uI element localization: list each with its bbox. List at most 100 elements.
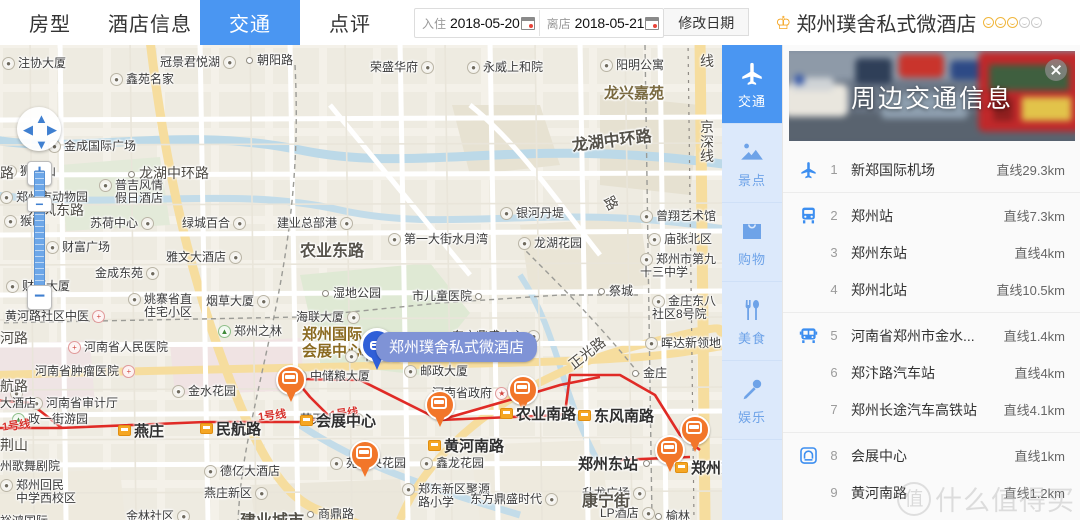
tab-transport[interactable]: 交通 [200,0,300,45]
map-pan-control[interactable]: ▲ ▼ ◀ ▶ [17,107,61,151]
transport-list: 1 新郑国际机场 直线29.3km 2 郑州站 直线7.3km 3 郑州东站 直… [783,147,1080,515]
rail-item-transport[interactable]: 交通 [722,45,790,124]
row-name: 河南省郑州市金水... [851,327,975,344]
row-index: 9 [830,485,838,500]
row-name: 郑汴路汽车站 [851,364,935,381]
map-canvas[interactable]: ● 注协大厦 ● 鑫苑名家 冠景君悦湖 ● 朝阳路 荣盛华府 ● ● 永威上和院 ● 阳… [0,45,722,520]
zoom-out-button[interactable]: − [27,285,52,310]
hotel-name: 郑州璞舍私式微酒店 [796,14,977,36]
list-item[interactable]: 7 郑州长途汽车高铁站 直线4.1km [783,391,1080,428]
metro-line-label: 1号线 [329,406,359,422]
crown-icon: ♔ [775,12,792,33]
row-name: 郑州北站 [851,281,907,298]
pan-up-icon[interactable]: ▲ [35,112,48,125]
mountain-icon [739,137,765,167]
row-distance: 直线29.3km [996,163,1065,178]
row-name: 会展中心 [851,447,907,464]
checkin-field[interactable]: 入住 2018-05-20 [415,10,539,36]
row-name: 黄河南路 [851,484,907,501]
list-item[interactable]: 1 新郑国际机场 直线29.3km [783,151,1080,188]
calendar-arrow-in-icon [520,16,535,30]
row-name: 郑州长途汽车高铁站 [851,401,977,418]
row-index: 1 [830,162,838,177]
rail-label: 交通 [737,94,766,109]
calendar-arrow-out-icon [645,16,660,30]
list-item[interactable]: 9 黄河南路 直线1.2km [783,474,1080,511]
row-distance: 直线1.4km [1003,329,1065,344]
pan-right-icon[interactable]: ▶ [47,123,57,136]
checkin-label: 入住 [422,16,447,31]
rail-item-food[interactable]: 美食 [722,282,782,361]
hotel-name-block: ♔ 郑州璞舍私式微酒店 [775,0,1043,45]
metro-icon [793,446,823,465]
checkout-field[interactable]: 离店 2018-05-21 [538,10,664,36]
nav-tabs: 房型 酒店信息 交通 点评 [0,0,400,45]
rail-label: 美食 [737,331,766,346]
rail-item-entertainment[interactable]: 娱乐 [722,361,782,440]
transport-page: 房型 酒店信息 交通 点评 入住 2018-05-20 离店 2018-05-2… [0,0,1080,520]
rail-label: 购物 [737,252,766,267]
panel-banner: 周边交通信息 [789,51,1075,141]
row-index: 8 [830,448,838,463]
modify-date-button[interactable]: 修改日期 [664,8,750,36]
list-item[interactable]: 5 河南省郑州市金水... 直线1.4km [783,317,1080,354]
page-header: 房型 酒店信息 交通 点评 入住 2018-05-20 离店 2018-05-2… [0,0,1080,46]
tab-reviews[interactable]: 点评 [300,0,400,45]
zoom-slider-track[interactable] [34,171,45,301]
airplane-icon [793,160,823,179]
metro-line-label: 1号线 [1,418,31,434]
hotel-rating [983,17,1043,28]
rating-dot-2 [995,17,1007,28]
transport-group-metro: 8 会展中心 直线1km 9 黄河南路 直线1.2km [783,433,1080,515]
rating-dot-3 [1007,17,1019,28]
date-range-box: 入住 2018-05-20 离店 2018-05-21 [414,8,665,38]
row-name: 郑州东站 [851,244,907,261]
row-distance: 直线4.1km [1003,403,1065,418]
row-index: 4 [830,282,838,297]
transport-group-train: 2 郑州站 直线7.3km 3 郑州东站 直线4km 4 郑州北站 直线10.5… [783,193,1080,313]
close-icon[interactable] [1045,59,1067,81]
banner-title: 周边交通信息 [850,85,1013,113]
row-index: 7 [830,402,838,417]
row-distance: 直线1km [1014,449,1065,464]
list-item[interactable]: 3 郑州东站 直线4km [783,234,1080,271]
airplane-icon [739,58,765,88]
row-index: 3 [830,245,838,260]
pan-down-icon[interactable]: ▼ [35,138,48,151]
list-item[interactable]: 8 会展中心 直线1km [783,437,1080,474]
transport-panel: 周边交通信息 1 新郑国际机场 直线29.3km 2 郑州站 直线7.3km 3… [782,45,1080,520]
row-index: 5 [830,328,838,343]
map-basemap [0,45,722,520]
bus-icon [793,326,823,345]
fork-spoon-icon [740,295,764,325]
checkin-value: 2018-05-20 [450,15,520,31]
row-distance: 直线10.5km [996,283,1065,298]
rating-dot-1 [983,17,995,28]
pan-left-icon[interactable]: ◀ [23,123,33,136]
rail-label: 娱乐 [737,410,766,425]
list-item[interactable]: 6 郑汴路汽车站 直线4km [783,354,1080,391]
checkout-value: 2018-05-21 [574,15,645,31]
transport-group-airport: 1 新郑国际机场 直线29.3km [783,147,1080,193]
row-distance: 直线1.2km [1003,486,1065,501]
row-index: 2 [830,208,838,223]
rail-item-attractions[interactable]: 景点 [722,124,782,203]
list-item[interactable]: 4 郑州北站 直线10.5km [783,271,1080,308]
list-item[interactable]: 2 郑州站 直线7.3km [783,197,1080,234]
tab-hotel-info[interactable]: 酒店信息 [100,0,200,45]
rail-item-shopping[interactable]: 购物 [722,203,782,282]
row-distance: 直线4km [1014,246,1065,261]
checkout-label: 离店 [546,16,571,31]
rail-label: 景点 [737,173,766,188]
row-index: 6 [830,365,838,380]
tab-roomtype[interactable]: 房型 [0,0,100,45]
microphone-icon [740,374,764,404]
rating-dot-4 [1019,17,1031,28]
row-distance: 直线7.3km [1003,209,1065,224]
category-rail: 交通 景点 购物 美食 娱乐 [722,45,790,520]
row-name: 郑州站 [851,207,893,224]
row-name: 新郑国际机场 [851,161,935,178]
shopping-bag-icon [740,216,764,246]
zoom-slider-handle[interactable]: − [27,197,52,212]
row-distance: 直线4km [1014,366,1065,381]
